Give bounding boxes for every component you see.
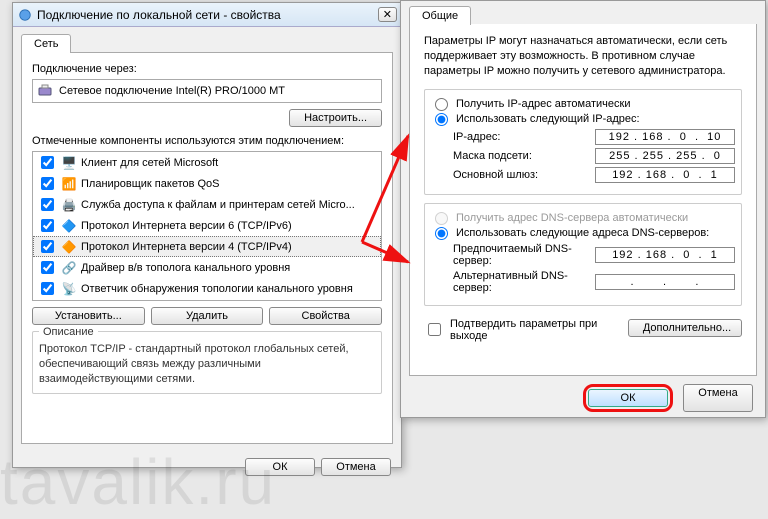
radio-use-ip[interactable]: Использовать следующий IP-адрес:: [431, 113, 735, 126]
alternate-dns-row: Альтернативный DNS-сервер:: [453, 270, 735, 294]
list-item[interactable]: 🔗 Драйвер в/в тополога канального уровня: [33, 257, 381, 278]
checkbox[interactable]: [41, 261, 54, 274]
checkbox[interactable]: [41, 177, 54, 190]
fileshare-icon: 🖨️: [61, 197, 77, 213]
ip-group: Получить IP-адрес автоматически Использо…: [424, 89, 742, 195]
dns-group: Получить адрес DNS-сервера автоматически…: [424, 203, 742, 306]
dialog-buttons-right: ОК Отмена: [401, 376, 765, 422]
preferred-dns-input[interactable]: [595, 247, 735, 263]
ok-button-right[interactable]: ОК: [588, 389, 668, 407]
list-item-label: Клиент для сетей Microsoft: [81, 157, 218, 169]
info-text: Параметры IP могут назначаться автоматич…: [424, 34, 742, 79]
field-label: Маска подсети:: [453, 150, 595, 162]
radio-auto-ip[interactable]: Получить IP-адрес автоматически: [431, 98, 735, 111]
checkbox[interactable]: [41, 240, 54, 253]
list-item-label: Служба доступа к файлам и принтерам сете…: [81, 199, 355, 211]
subnet-mask-input[interactable]: [595, 148, 735, 164]
ipv4-icon: 🔶: [61, 239, 77, 255]
components-label: Отмеченные компоненты используются этим …: [32, 135, 382, 147]
tab-body-right: Параметры IP могут назначаться автоматич…: [409, 24, 757, 376]
checkbox-label: Подтвердить параметры при выходе: [450, 318, 628, 342]
field-label: IP-адрес:: [453, 131, 595, 143]
radio-auto-dns: Получить адрес DNS-сервера автоматически: [431, 212, 735, 225]
properties-button[interactable]: Свойства: [269, 307, 382, 325]
connect-through-label: Подключение через:: [32, 63, 382, 75]
description-title: Описание: [39, 326, 98, 338]
list-item[interactable]: 🔷 Протокол Интернета версии 6 (TCP/IPv6): [33, 215, 381, 236]
configure-button[interactable]: Настроить...: [289, 109, 382, 127]
tab-network[interactable]: Сеть: [21, 34, 71, 53]
list-item-label: Ответчик обнаружения топологии канальног…: [81, 283, 353, 295]
titlebar-left[interactable]: Подключение по локальной сети - свойства…: [13, 3, 401, 27]
install-button[interactable]: Установить...: [32, 307, 145, 325]
description-text: Протокол TCP/IP - стандартный протокол г…: [39, 342, 375, 387]
list-item-label: Протокол Интернета версии 4 (TCP/IPv4): [81, 241, 292, 253]
alternate-dns-input[interactable]: [595, 274, 735, 290]
list-item[interactable]: 🖨️ Служба доступа к файлам и принтерам се…: [33, 194, 381, 215]
adapter-display: Сетевое подключение Intel(R) PRO/1000 MT: [32, 79, 382, 103]
radio-label: Использовать следующий IP-адрес:: [456, 113, 640, 125]
gateway-input[interactable]: [595, 167, 735, 183]
radio-label: Использовать следующие адреса DNS-сервер…: [456, 227, 709, 239]
list-item-label: Планировщик пакетов QoS: [81, 178, 220, 190]
radio-input[interactable]: [435, 227, 448, 240]
checkbox[interactable]: [41, 219, 54, 232]
checkbox[interactable]: [41, 282, 54, 295]
validate-on-exit-row[interactable]: Подтвердить параметры при выходе: [424, 318, 628, 342]
cancel-button-left[interactable]: Отмена: [321, 458, 391, 476]
radio-label: Получить адрес DNS-сервера автоматически: [456, 212, 688, 224]
lan-properties-window: Подключение по локальной сети - свойства…: [12, 2, 402, 468]
tab-strip-left: Сеть: [13, 27, 401, 52]
tab-body-left: Подключение через: Сетевое подключение I…: [21, 52, 393, 444]
adapter-icon: [37, 83, 53, 99]
checkbox[interactable]: [41, 156, 54, 169]
subnet-mask-row: Маска подсети:: [453, 148, 735, 164]
cancel-button-right[interactable]: Отмена: [683, 384, 753, 412]
watermark: tavalik.ru: [0, 445, 276, 519]
uninstall-button[interactable]: Удалить: [151, 307, 264, 325]
list-item[interactable]: 🖥️ Клиент для сетей Microsoft: [33, 152, 381, 173]
client-icon: 🖥️: [61, 155, 77, 171]
responder-icon: 📡: [61, 281, 77, 297]
radio-input[interactable]: [435, 98, 448, 111]
components-list[interactable]: 🖥️ Клиент для сетей Microsoft 📶 Планировщи…: [32, 151, 382, 301]
preferred-dns-row: Предпочитаемый DNS-сервер:: [453, 243, 735, 267]
validate-checkbox[interactable]: [428, 323, 441, 336]
ip-address-input[interactable]: [595, 129, 735, 145]
close-button[interactable]: ✕: [378, 7, 397, 22]
adapter-name: Сетевое подключение Intel(R) PRO/1000 MT: [59, 85, 285, 97]
lldp-icon: 🔗: [61, 260, 77, 276]
radio-input: [435, 212, 448, 225]
list-item-selected[interactable]: 🔶 Протокол Интернета версии 4 (TCP/IPv4): [33, 236, 381, 257]
radio-input[interactable]: [435, 113, 448, 126]
ipv6-icon: 🔷: [61, 218, 77, 234]
qos-icon: 📶: [61, 176, 77, 192]
field-label: Основной шлюз:: [453, 169, 595, 181]
list-item-label: Протокол Интернета версии 6 (TCP/IPv6): [81, 220, 292, 232]
field-label: Предпочитаемый DNS-сервер:: [453, 243, 595, 267]
radio-use-dns[interactable]: Использовать следующие адреса DNS-сервер…: [431, 227, 735, 240]
ipv4-properties-window: Общие Параметры IP могут назначаться авт…: [400, 0, 766, 418]
checkbox[interactable]: [41, 198, 54, 211]
list-item-label: Драйвер в/в тополога канального уровня: [81, 262, 290, 274]
field-label: Альтернативный DNS-сервер:: [453, 270, 595, 294]
gateway-row: Основной шлюз:: [453, 167, 735, 183]
description-group: Описание Протокол TCP/IP - стандартный п…: [32, 331, 382, 394]
advanced-button[interactable]: Дополнительно...: [628, 319, 742, 337]
tab-strip-right: Общие: [401, 1, 765, 24]
tab-general[interactable]: Общие: [409, 6, 471, 25]
radio-label: Получить IP-адрес автоматически: [456, 98, 630, 110]
ip-address-row: IP-адрес:: [453, 129, 735, 145]
list-item[interactable]: 📡 Ответчик обнаружения топологии канально…: [33, 278, 381, 299]
network-icon: [17, 7, 33, 23]
window-title: Подключение по локальной сети - свойства: [37, 8, 378, 22]
ok-highlight-annotation: ОК: [583, 384, 673, 412]
list-item[interactable]: 📶 Планировщик пакетов QoS: [33, 173, 381, 194]
